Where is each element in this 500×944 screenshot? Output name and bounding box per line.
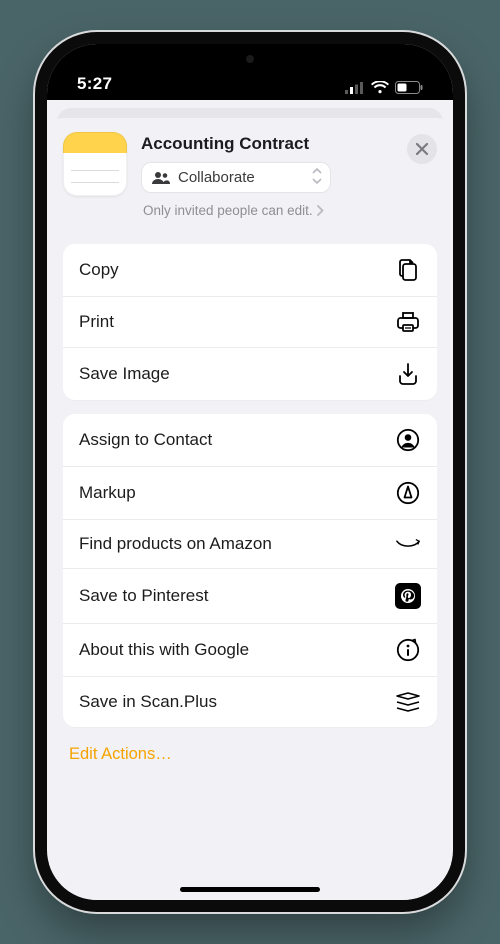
iphone-frame: 5:27 Accounting Contract Collaborate (35, 32, 465, 912)
document-title: Accounting Contract (141, 134, 437, 154)
action-label: Markup (79, 483, 136, 503)
action-group-2: Assign to Contact Markup Find products o… (63, 414, 437, 727)
action-label: Print (79, 312, 114, 332)
save-image-icon (395, 362, 421, 386)
wifi-icon (371, 81, 389, 94)
action-label: Copy (79, 260, 119, 280)
contact-icon (395, 428, 421, 452)
share-header-main: Accounting Contract Collaborate Only inv… (141, 132, 437, 218)
action-google-about[interactable]: About this with Google (63, 623, 437, 676)
share-header: Accounting Contract Collaborate Only inv… (63, 132, 437, 218)
scanplus-icon (395, 691, 421, 713)
action-assign-contact[interactable]: Assign to Contact (63, 414, 437, 466)
status-icons (345, 81, 423, 94)
close-button[interactable] (407, 134, 437, 164)
action-group-1: Copy Print Save Image (63, 244, 437, 400)
screen: 5:27 Accounting Contract Collaborate (47, 44, 453, 900)
amazon-icon (395, 537, 421, 551)
action-markup[interactable]: Markup (63, 466, 437, 519)
home-indicator[interactable] (180, 887, 320, 892)
google-info-icon (395, 638, 421, 662)
close-icon (416, 143, 428, 155)
pinterest-icon (395, 583, 421, 609)
action-copy[interactable]: Copy (63, 244, 437, 296)
share-permissions-label: Only invited people can edit. (143, 203, 313, 218)
collaborate-label: Collaborate (178, 169, 255, 186)
action-pinterest[interactable]: Save to Pinterest (63, 568, 437, 623)
copy-icon (395, 258, 421, 282)
status-time: 5:27 (77, 74, 112, 94)
action-print[interactable]: Print (63, 296, 437, 347)
action-save-image[interactable]: Save Image (63, 347, 437, 400)
notch (165, 44, 335, 74)
edit-actions-link[interactable]: Edit Actions… (69, 745, 431, 764)
action-label: Save Image (79, 364, 170, 384)
markup-icon (395, 481, 421, 505)
action-label: Find products on Amazon (79, 534, 272, 554)
action-scanplus[interactable]: Save in Scan.Plus (63, 676, 437, 727)
share-sheet: Accounting Contract Collaborate Only inv… (49, 118, 451, 900)
collaborate-selector[interactable]: Collaborate (141, 162, 331, 193)
chevron-right-icon (317, 205, 324, 216)
action-label: About this with Google (79, 640, 249, 660)
notes-app-icon (63, 132, 127, 196)
action-label: Save in Scan.Plus (79, 692, 217, 712)
chevron-up-down-icon (312, 168, 322, 188)
cellular-icon (345, 82, 365, 94)
action-amazon[interactable]: Find products on Amazon (63, 519, 437, 568)
action-label: Save to Pinterest (79, 586, 208, 606)
share-permissions-row[interactable]: Only invited people can edit. (143, 203, 437, 218)
action-label: Assign to Contact (79, 430, 212, 450)
battery-icon (395, 81, 423, 94)
people-icon (152, 172, 170, 184)
print-icon (395, 311, 421, 333)
